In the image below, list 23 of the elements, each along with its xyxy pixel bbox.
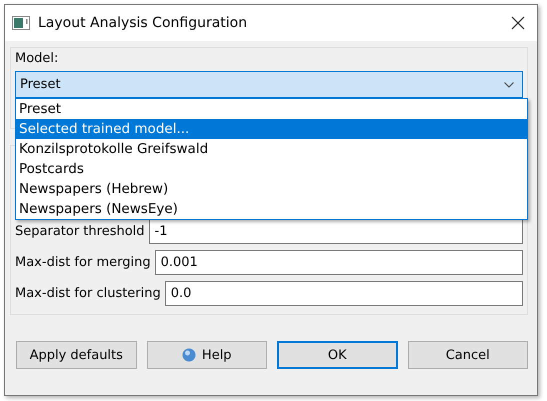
- input-field[interactable]: 0.001: [154, 250, 523, 275]
- window-title: Layout Analysis Configuration: [38, 15, 248, 31]
- group-label: Model:: [15, 51, 58, 66]
- dialog-button[interactable]: OK: [277, 341, 398, 369]
- dropdown-option[interactable]: Newspapers (Hebrew): [16, 179, 527, 199]
- dropdown-option[interactable]: Preset: [16, 99, 527, 119]
- app-icon: [12, 16, 30, 30]
- dialog-button[interactable]: Cancel: [408, 341, 528, 369]
- dialog-button[interactable]: Apply defaults: [16, 341, 136, 369]
- dropdown-option[interactable]: Newspapers (NewsEye): [16, 199, 527, 219]
- chevron-icon: [504, 82, 514, 88]
- field-label: Max-dist for clustering: [15, 286, 161, 301]
- dropdown-option[interactable]: Selected trained model...: [16, 119, 527, 139]
- dropdown-option[interactable]: Postcards: [16, 159, 527, 179]
- input-field[interactable]: 0.0: [164, 281, 523, 306]
- field-label: Separator threshold: [15, 224, 145, 239]
- help-icon: [182, 348, 196, 362]
- input-field[interactable]: -1: [148, 219, 523, 244]
- dropdown-option[interactable]: Konzilsprotokolle Greifswald: [16, 139, 527, 159]
- field-label: Max-dist for merging: [15, 255, 151, 270]
- model-dropdown[interactable]: Preset: [15, 71, 523, 98]
- close-icon[interactable]: [511, 16, 525, 30]
- dialog-button[interactable]: Help: [146, 341, 267, 369]
